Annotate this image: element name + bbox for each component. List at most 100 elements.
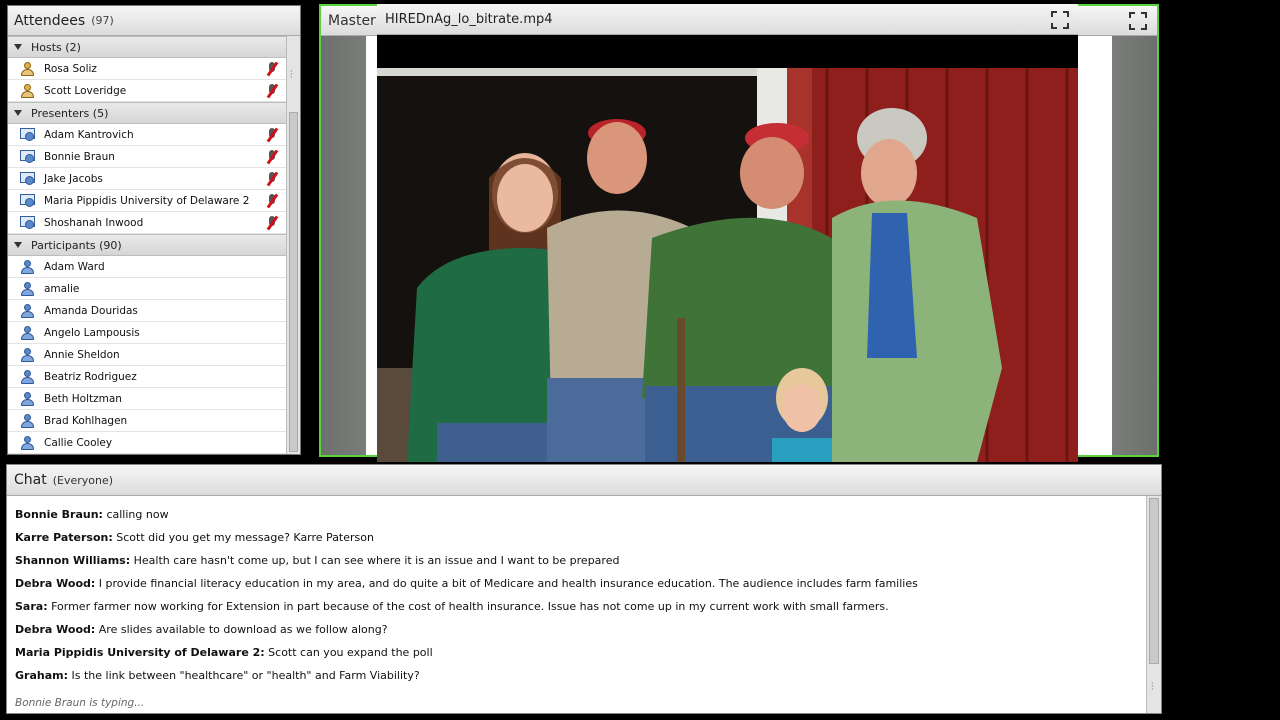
presenter-icon (19, 149, 37, 164)
video-title: HIREDnAg_lo_bitrate.mp4 (385, 11, 553, 27)
participant-icon (19, 303, 37, 318)
share-pod-title: Master (328, 12, 376, 29)
chat-message: Maria Pippidis University of Delaware 2:… (15, 646, 1146, 669)
microphone-muted-icon[interactable] (266, 83, 279, 99)
chat-sender: Bonnie Braun: (15, 508, 103, 521)
presenter-icon (19, 193, 37, 208)
attendee-row[interactable]: Beth Holtzman (8, 388, 287, 410)
expand-triangle-icon[interactable] (14, 242, 22, 248)
chat-message: Debra Wood: Are slides available to down… (15, 623, 1146, 646)
attendee-name: Brad Kohlhagen (44, 414, 128, 427)
attendee-row[interactable]: Beatriz Rodriguez (8, 366, 287, 388)
attendee-row[interactable]: Bonnie Braun (8, 146, 287, 168)
chat-text: I provide financial literacy education i… (95, 577, 918, 590)
participant-icon (19, 369, 37, 384)
attendee-name: Adam Kantrovich (44, 128, 134, 141)
attendee-name: Angelo Lampousis (44, 326, 140, 339)
attendee-row[interactable]: Rosa Soliz (8, 58, 287, 80)
attendee-name: Rosa Soliz (44, 62, 97, 75)
attendee-row[interactable]: Brad Kohlhagen (8, 410, 287, 432)
participant-icon (19, 413, 37, 428)
scroll-grip-icon: · · · (290, 67, 293, 82)
attendee-group-host[interactable]: Hosts (2) (8, 36, 287, 58)
share-fullscreen-button[interactable] (1129, 12, 1147, 30)
attendee-name: Beth Holtzman (44, 392, 122, 405)
microphone-muted-icon[interactable] (266, 193, 279, 209)
microphone-muted-icon[interactable] (266, 61, 279, 77)
fullscreen-icon (1051, 11, 1069, 29)
chat-sender: Graham: (15, 669, 68, 682)
expand-triangle-icon[interactable] (14, 44, 22, 50)
attendee-group-participant[interactable]: Participants (90) (8, 234, 287, 256)
attendee-row[interactable]: Annie Sheldon (8, 344, 287, 366)
video-fullscreen-button[interactable] (1051, 11, 1069, 29)
video-frame[interactable] (377, 68, 1078, 462)
chat-text: calling now (102, 508, 169, 521)
attendee-row[interactable]: Angelo Lampousis (8, 322, 287, 344)
attendees-list: Hosts (2) Rosa Soliz Scott Loveridge Presen… (8, 36, 287, 454)
connect-meeting-room: Attendees (97) Hosts (2) Rosa Soliz Scott … (0, 0, 1280, 720)
chat-scrollbar[interactable]: · · · (1146, 496, 1161, 713)
chat-sender: Debra Wood: (15, 577, 96, 590)
attendee-group-label: Presenters (5) (31, 106, 109, 120)
attendee-name: Annie Sheldon (44, 348, 120, 361)
host-icon (19, 61, 37, 76)
chat-sender: Karre Paterson: (15, 531, 113, 544)
chat-sender: Shannon Williams: (15, 554, 131, 567)
chat-text: Former farmer now working for Extension … (47, 600, 889, 613)
video-player-window[interactable]: HIREDnAg_lo_bitrate.mp4 (377, 4, 1078, 495)
attendees-title: Attendees (14, 12, 86, 29)
attendees-scrollbar[interactable]: · · · (286, 36, 300, 454)
attendee-row[interactable]: Amanda Douridas (8, 300, 287, 322)
typing-indicator: Bonnie Braun is typing... (15, 697, 145, 709)
chat-pod: Chat (Everyone) Bonnie Braun: calling no… (6, 464, 1162, 714)
attendee-row[interactable]: Callie Cooley (8, 432, 287, 454)
attendee-row[interactable]: Scott Loveridge (8, 80, 287, 102)
chat-message: Shannon Williams: Health care hasn't com… (15, 554, 1146, 577)
attendee-name: Callie Cooley (44, 436, 113, 449)
microphone-muted-icon[interactable] (266, 149, 279, 165)
attendee-row[interactable]: Adam Kantrovich (8, 124, 287, 146)
presenter-icon (19, 127, 37, 142)
microphone-muted-icon[interactable] (266, 171, 279, 187)
chat-message: Karre Paterson: Scott did you get my mes… (15, 531, 1146, 554)
participant-icon (19, 435, 37, 450)
attendee-row[interactable]: Jake Jacobs (8, 168, 287, 190)
expand-triangle-icon[interactable] (14, 110, 22, 116)
attendee-row[interactable]: Maria Pippidis University of Delaware 2 (8, 190, 287, 212)
attendee-name: Adam Ward (44, 260, 105, 273)
chat-message: Graham: Is the link between "healthcare"… (15, 669, 1146, 692)
microphone-muted-icon[interactable] (266, 215, 279, 231)
video-window-header: HIREDnAg_lo_bitrate.mp4 (377, 4, 1078, 35)
attendee-name: Scott Loveridge (44, 84, 127, 97)
chat-text: Scott can you expand the poll (264, 646, 433, 659)
chat-message: Debra Wood: I provide financial literacy… (15, 577, 1146, 600)
chat-message-list: Bonnie Braun: calling now Karre Paterson:… (7, 496, 1146, 692)
attendee-group-label: Participants (90) (31, 238, 122, 252)
attendees-scroll-thumb[interactable] (289, 112, 298, 452)
participant-icon (19, 259, 37, 274)
chat-sender: Sara: (15, 600, 48, 613)
attendees-pod-header: Attendees (97) (8, 6, 300, 36)
participant-icon (19, 325, 37, 340)
attendee-row[interactable]: amalie (8, 278, 287, 300)
attendee-name: Beatriz Rodriguez (44, 370, 137, 383)
attendee-name: Bonnie Braun (44, 150, 115, 163)
chat-scroll-thumb[interactable] (1149, 498, 1159, 664)
chat-scope[interactable]: (Everyone) (53, 474, 113, 487)
participant-icon (19, 281, 37, 296)
attendee-row[interactable]: Shoshanah Inwood (8, 212, 287, 234)
chat-message-area: Bonnie Braun: calling now Karre Paterson:… (7, 496, 1146, 713)
attendees-count: (97) (91, 14, 114, 27)
attendee-group-presenter[interactable]: Presenters (5) (8, 102, 287, 124)
chat-sender: Debra Wood: (15, 623, 96, 636)
attendee-row[interactable]: Adam Ward (8, 256, 287, 278)
chat-text: Are slides available to download as we f… (95, 623, 388, 636)
attendee-group-label: Hosts (2) (31, 40, 81, 54)
microphone-muted-icon[interactable] (266, 127, 279, 143)
attendee-name: Amanda Douridas (44, 304, 138, 317)
participant-icon (19, 391, 37, 406)
chat-pod-header: Chat (Everyone) (7, 465, 1161, 496)
attendee-name: amalie (44, 282, 80, 295)
attendee-name: Maria Pippidis University of Delaware 2 (44, 194, 250, 207)
